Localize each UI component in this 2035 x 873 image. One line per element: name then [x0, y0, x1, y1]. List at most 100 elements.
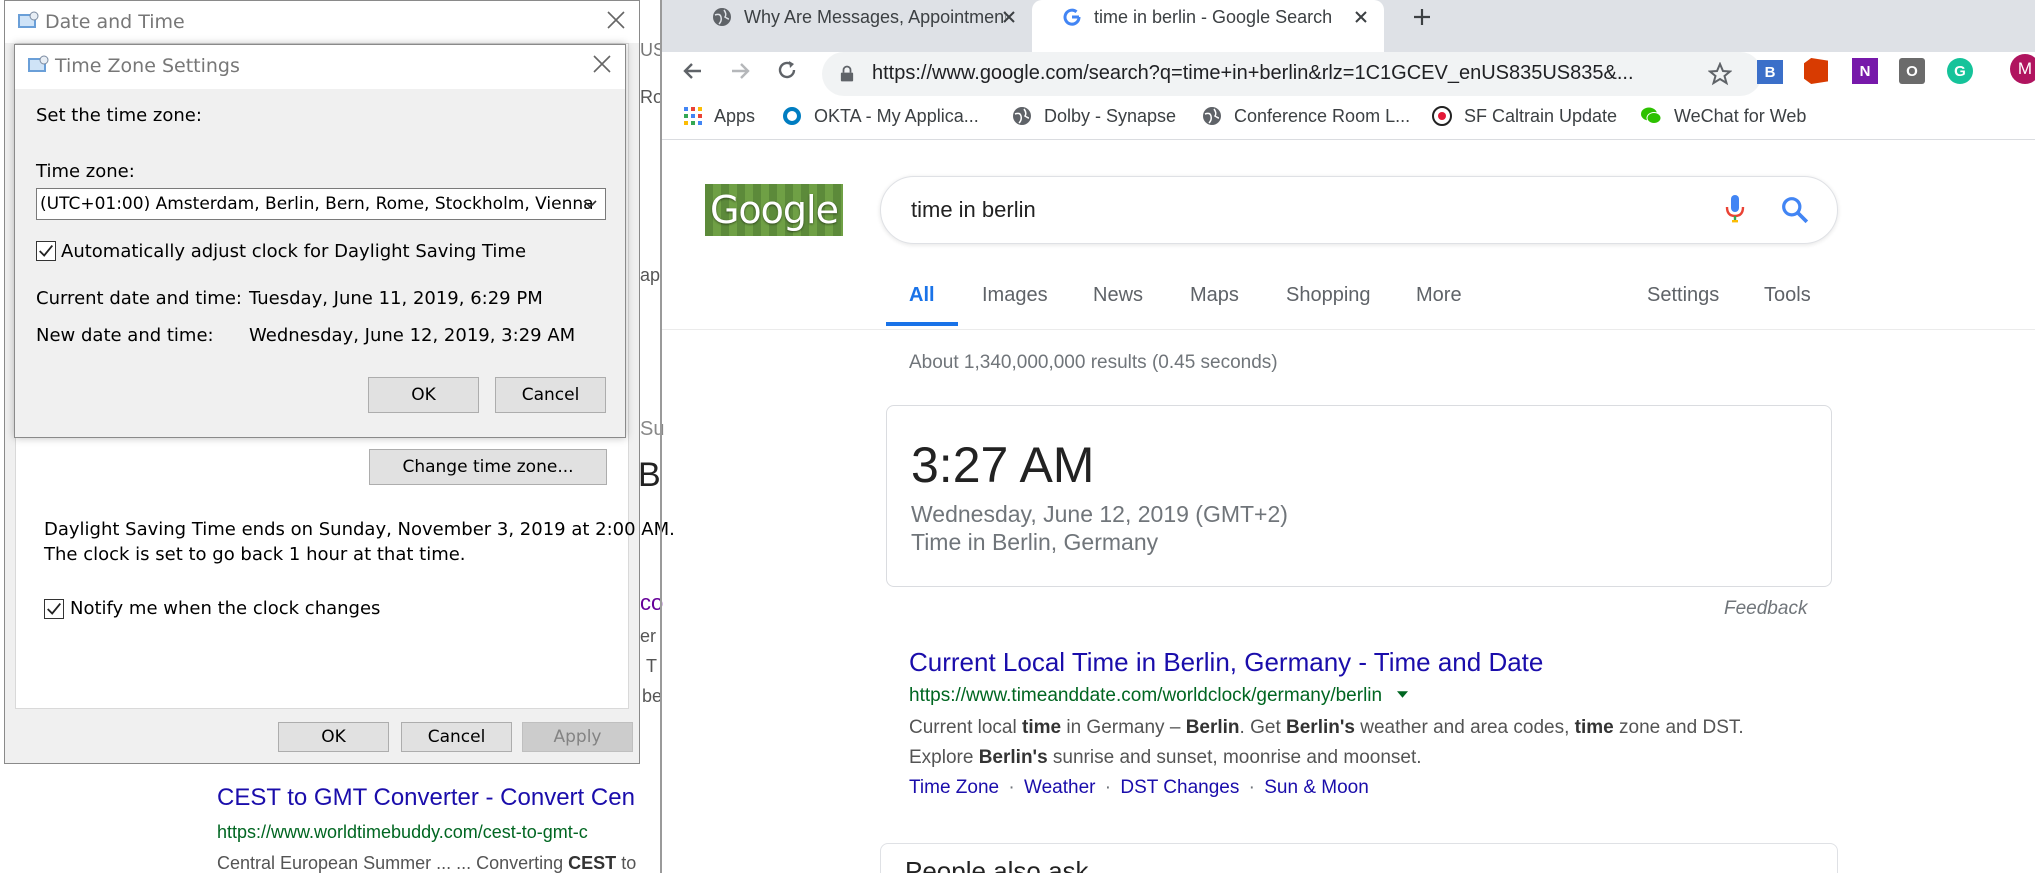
- close-icon[interactable]: [1354, 10, 1368, 24]
- time-zone-label: Time zone:: [36, 161, 135, 182]
- forward-arrow-icon: [732, 63, 750, 79]
- tab-news[interactable]: News: [1093, 284, 1143, 307]
- bg-result-url: https://www.worldtimebuddy.com/cest-to-g…: [217, 822, 588, 842]
- tab-images[interactable]: Images: [982, 284, 1048, 307]
- snippet-text: Explore: [909, 747, 979, 768]
- new-tab-icon[interactable]: [1412, 7, 1432, 27]
- notify-checkbox[interactable]: [44, 599, 64, 619]
- nav-divider: [662, 329, 2035, 330]
- search-query[interactable]: time in berlin: [911, 197, 1036, 223]
- address-bar[interactable]: https://www.google.com/search?q=time+in+…: [822, 52, 1762, 96]
- feedback-link[interactable]: Feedback: [1724, 598, 1807, 620]
- close-icon[interactable]: [591, 53, 613, 75]
- microphone-icon[interactable]: [1725, 193, 1745, 225]
- snippet-text: sunrise and sunset, moonrise and moonset…: [1047, 747, 1422, 768]
- sitelink-dst-changes[interactable]: DST Changes: [1120, 777, 1239, 798]
- caret-down-icon[interactable]: [1397, 691, 1409, 698]
- result-snippet-line-1: Current local time in Germany – Berlin. …: [909, 717, 1744, 739]
- search-box[interactable]: time in berlin: [880, 176, 1838, 244]
- o-extension-label: O: [1906, 62, 1918, 80]
- notify-label[interactable]: Notify me when the clock changes: [70, 598, 380, 619]
- back-arrow-icon[interactable]: [682, 60, 704, 82]
- bookmark-conference-room[interactable]: Conference Room L...: [1202, 106, 1410, 127]
- time-location: Time in Berlin, Germany: [911, 529, 1159, 555]
- result-url-text: https://www.timeanddate.com/worldclock/g…: [909, 685, 1383, 706]
- snippet-bold: Berlin: [1185, 717, 1240, 738]
- bi-extension-icon[interactable]: B: [1757, 60, 1783, 84]
- tab-strip: Why Are Messages, Appointment time in be…: [662, 0, 2035, 52]
- checkmark-icon: [39, 245, 53, 257]
- tab-more[interactable]: More: [1416, 284, 1462, 307]
- sitelink-separator: ·: [1248, 777, 1255, 798]
- dialog-title: Date and Time: [45, 11, 185, 33]
- result-snippet-line-2: Explore Berlin's sunrise and sunset, moo…: [909, 747, 1422, 769]
- snippet-bold: time: [1022, 717, 1062, 738]
- lock-icon: [840, 65, 854, 82]
- time-zone-select[interactable]: (UTC+01:00) Amsterdam, Berlin, Bern, Rom…: [36, 188, 606, 220]
- bookmark-label: Dolby - Synapse: [1044, 106, 1177, 126]
- apply-button: Apply: [522, 722, 633, 752]
- google-g-icon: [1063, 8, 1081, 26]
- wechat-icon: [1641, 107, 1662, 124]
- time-zone-select-value: (UTC+01:00) Amsterdam, Berlin, Bern, Rom…: [40, 194, 594, 214]
- auto-dst-checkbox[interactable]: [36, 241, 56, 261]
- onenote-extension-icon[interactable]: N: [1852, 58, 1878, 84]
- close-icon[interactable]: [605, 9, 627, 31]
- globe-icon: [1203, 107, 1221, 125]
- bookmark-wechat[interactable]: WeChat for Web: [1640, 106, 1806, 127]
- result-url[interactable]: https://www.timeanddate.com/worldclock/g…: [909, 685, 1409, 707]
- clock-settings-icon: [28, 55, 49, 72]
- office-extension-icon[interactable]: [1804, 58, 1828, 84]
- snippet-text: weather and area codes,: [1354, 717, 1575, 738]
- ok-button[interactable]: OK: [278, 722, 389, 752]
- bookmark-label: OKTA - My Applica...: [814, 106, 979, 126]
- bookmarks-bar: Apps OKTA - My Applica... Dolby - Synaps…: [662, 100, 2035, 140]
- snippet-text: zone and DST.: [1613, 717, 1744, 738]
- snippet-bold: Berlin's: [1286, 717, 1355, 738]
- bg-snippet-text: Central European Summer ... ... Converti…: [217, 853, 569, 873]
- bookmark-star-icon[interactable]: [1708, 62, 1732, 86]
- grammarly-extension-icon[interactable]: G: [1947, 58, 1973, 84]
- tab-messages[interactable]: Why Are Messages, Appointment: [680, 0, 1025, 52]
- google-logo[interactable]: Google: [705, 184, 843, 236]
- bg-result-title[interactable]: CEST to GMT Converter - Convert Cen: [217, 784, 662, 812]
- bg-snippet-bold: CEST: [568, 853, 617, 873]
- result-title-link[interactable]: Current Local Time in Berlin, Germany - …: [909, 647, 1543, 678]
- auto-dst-label[interactable]: Automatically adjust clock for Daylight …: [61, 241, 526, 262]
- tz-dialog-titlebar: Time Zone Settings: [15, 45, 625, 89]
- tab-google-search[interactable]: time in berlin - Google Search: [1032, 0, 1384, 52]
- snippet-bold: time: [1574, 717, 1614, 738]
- tab-title: time in berlin - Google Search: [1094, 7, 1333, 27]
- change-time-zone-button[interactable]: Change time zone...: [369, 449, 607, 485]
- bookmark-dolby[interactable]: Dolby - Synapse: [1012, 106, 1176, 127]
- reload-icon[interactable]: [776, 59, 798, 81]
- tz-ok-button[interactable]: OK: [368, 377, 479, 413]
- tab-all[interactable]: All: [909, 284, 935, 307]
- sitelink-sun-moon[interactable]: Sun & Moon: [1264, 777, 1369, 798]
- tab-maps[interactable]: Maps: [1190, 284, 1239, 307]
- dialog-titlebar: Date and Time: [5, 1, 639, 43]
- profile-avatar[interactable]: M: [2010, 54, 2035, 84]
- occluded-text-5: B: [638, 456, 661, 494]
- bg-result-snippet: Central European Summer ... ... Converti…: [217, 853, 662, 873]
- bookmark-okta[interactable]: OKTA - My Applica...: [782, 106, 979, 127]
- clock-settings-icon: [18, 11, 39, 28]
- search-icon[interactable]: [1781, 196, 1809, 224]
- people-also-ask-heading: People also ask: [905, 856, 1089, 873]
- sitelink-weather[interactable]: Weather: [1024, 777, 1095, 798]
- apps-grid-icon: [684, 107, 702, 125]
- tab-settings[interactable]: Settings: [1647, 284, 1719, 307]
- bookmark-caltrain[interactable]: SF Caltrain Update: [1432, 106, 1617, 127]
- o-extension-icon[interactable]: O: [1899, 58, 1925, 84]
- snippet-text: in Germany –: [1061, 717, 1186, 738]
- tab-shopping[interactable]: Shopping: [1286, 284, 1371, 307]
- sitelink-time-zone[interactable]: Time Zone: [909, 777, 999, 798]
- tz-cancel-button[interactable]: Cancel: [495, 377, 606, 413]
- current-datetime-value: Tuesday, June 11, 2019, 6:29 PM: [249, 288, 543, 309]
- tab-tools[interactable]: Tools: [1764, 284, 1811, 307]
- close-icon[interactable]: [1002, 10, 1016, 24]
- bookmark-apps[interactable]: Apps: [684, 106, 755, 127]
- cancel-button[interactable]: Cancel: [401, 722, 512, 752]
- occluded-text-8: T: [646, 656, 657, 676]
- active-tab-indicator: [886, 322, 958, 326]
